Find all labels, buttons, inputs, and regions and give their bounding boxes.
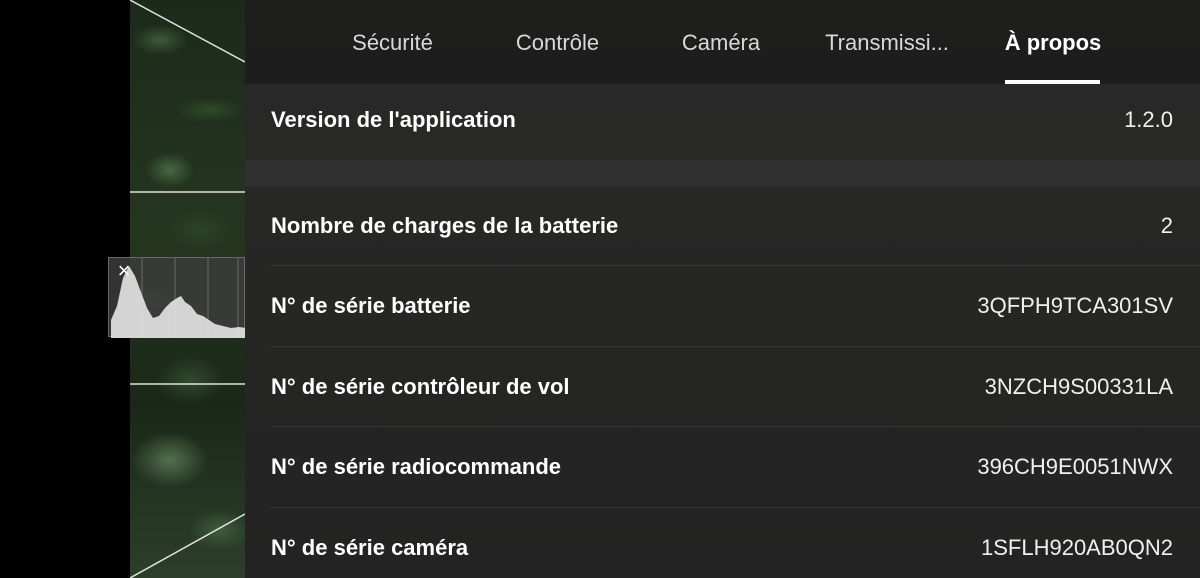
row-flight-controller-serial: N° de série contrôleur de vol 3NZCH9S003… bbox=[245, 347, 1200, 427]
row-camera-serial: N° de série caméra 1SFLH920AB0QN2 bbox=[245, 508, 1200, 578]
row-value: 3NZCH9S00331LA bbox=[984, 374, 1173, 399]
row-label: N° de série radiocommande bbox=[271, 454, 562, 479]
row-value: 1.2.0 bbox=[1124, 107, 1173, 132]
tab-transmission[interactable]: Transmissi... bbox=[817, 0, 957, 84]
row-value: 3QFPH9TCA301SV bbox=[977, 293, 1173, 318]
row-label: Version de l'application bbox=[271, 107, 516, 132]
row-label: Nombre de charges de la batterie bbox=[271, 213, 619, 238]
row-battery-serial: N° de série batterie 3QFPH9TCA301SV bbox=[245, 266, 1200, 346]
tab-securite[interactable]: Sécurité bbox=[335, 0, 450, 84]
row-value: 2 bbox=[1160, 213, 1173, 238]
histogram-widget[interactable]: × bbox=[108, 257, 246, 338]
row-value: 1SFLH920AB0QN2 bbox=[981, 535, 1173, 560]
row-label: N° de série caméra bbox=[271, 535, 469, 560]
section-divider bbox=[245, 160, 1200, 186]
settings-panel: Sécurité Contrôle Caméra Transmissi... À… bbox=[245, 0, 1200, 578]
close-icon[interactable]: × bbox=[113, 260, 135, 282]
row-remote-serial: N° de série radiocommande 396CH9E0051NWX bbox=[245, 427, 1200, 507]
tab-bar: Sécurité Contrôle Caméra Transmissi... À… bbox=[245, 0, 1200, 84]
row-app-version: Version de l'application 1.2.0 bbox=[245, 80, 1200, 160]
row-label: N° de série batterie bbox=[271, 293, 471, 318]
row-label: N° de série contrôleur de vol bbox=[271, 374, 570, 399]
tab-camera[interactable]: Caméra bbox=[665, 0, 777, 84]
tab-a-propos[interactable]: À propos bbox=[1003, 0, 1103, 84]
tab-controle[interactable]: Contrôle bbox=[500, 0, 615, 84]
row-battery-charges: Nombre de charges de la batterie 2 bbox=[245, 186, 1200, 266]
row-value: 396CH9E0051NWX bbox=[977, 454, 1173, 479]
